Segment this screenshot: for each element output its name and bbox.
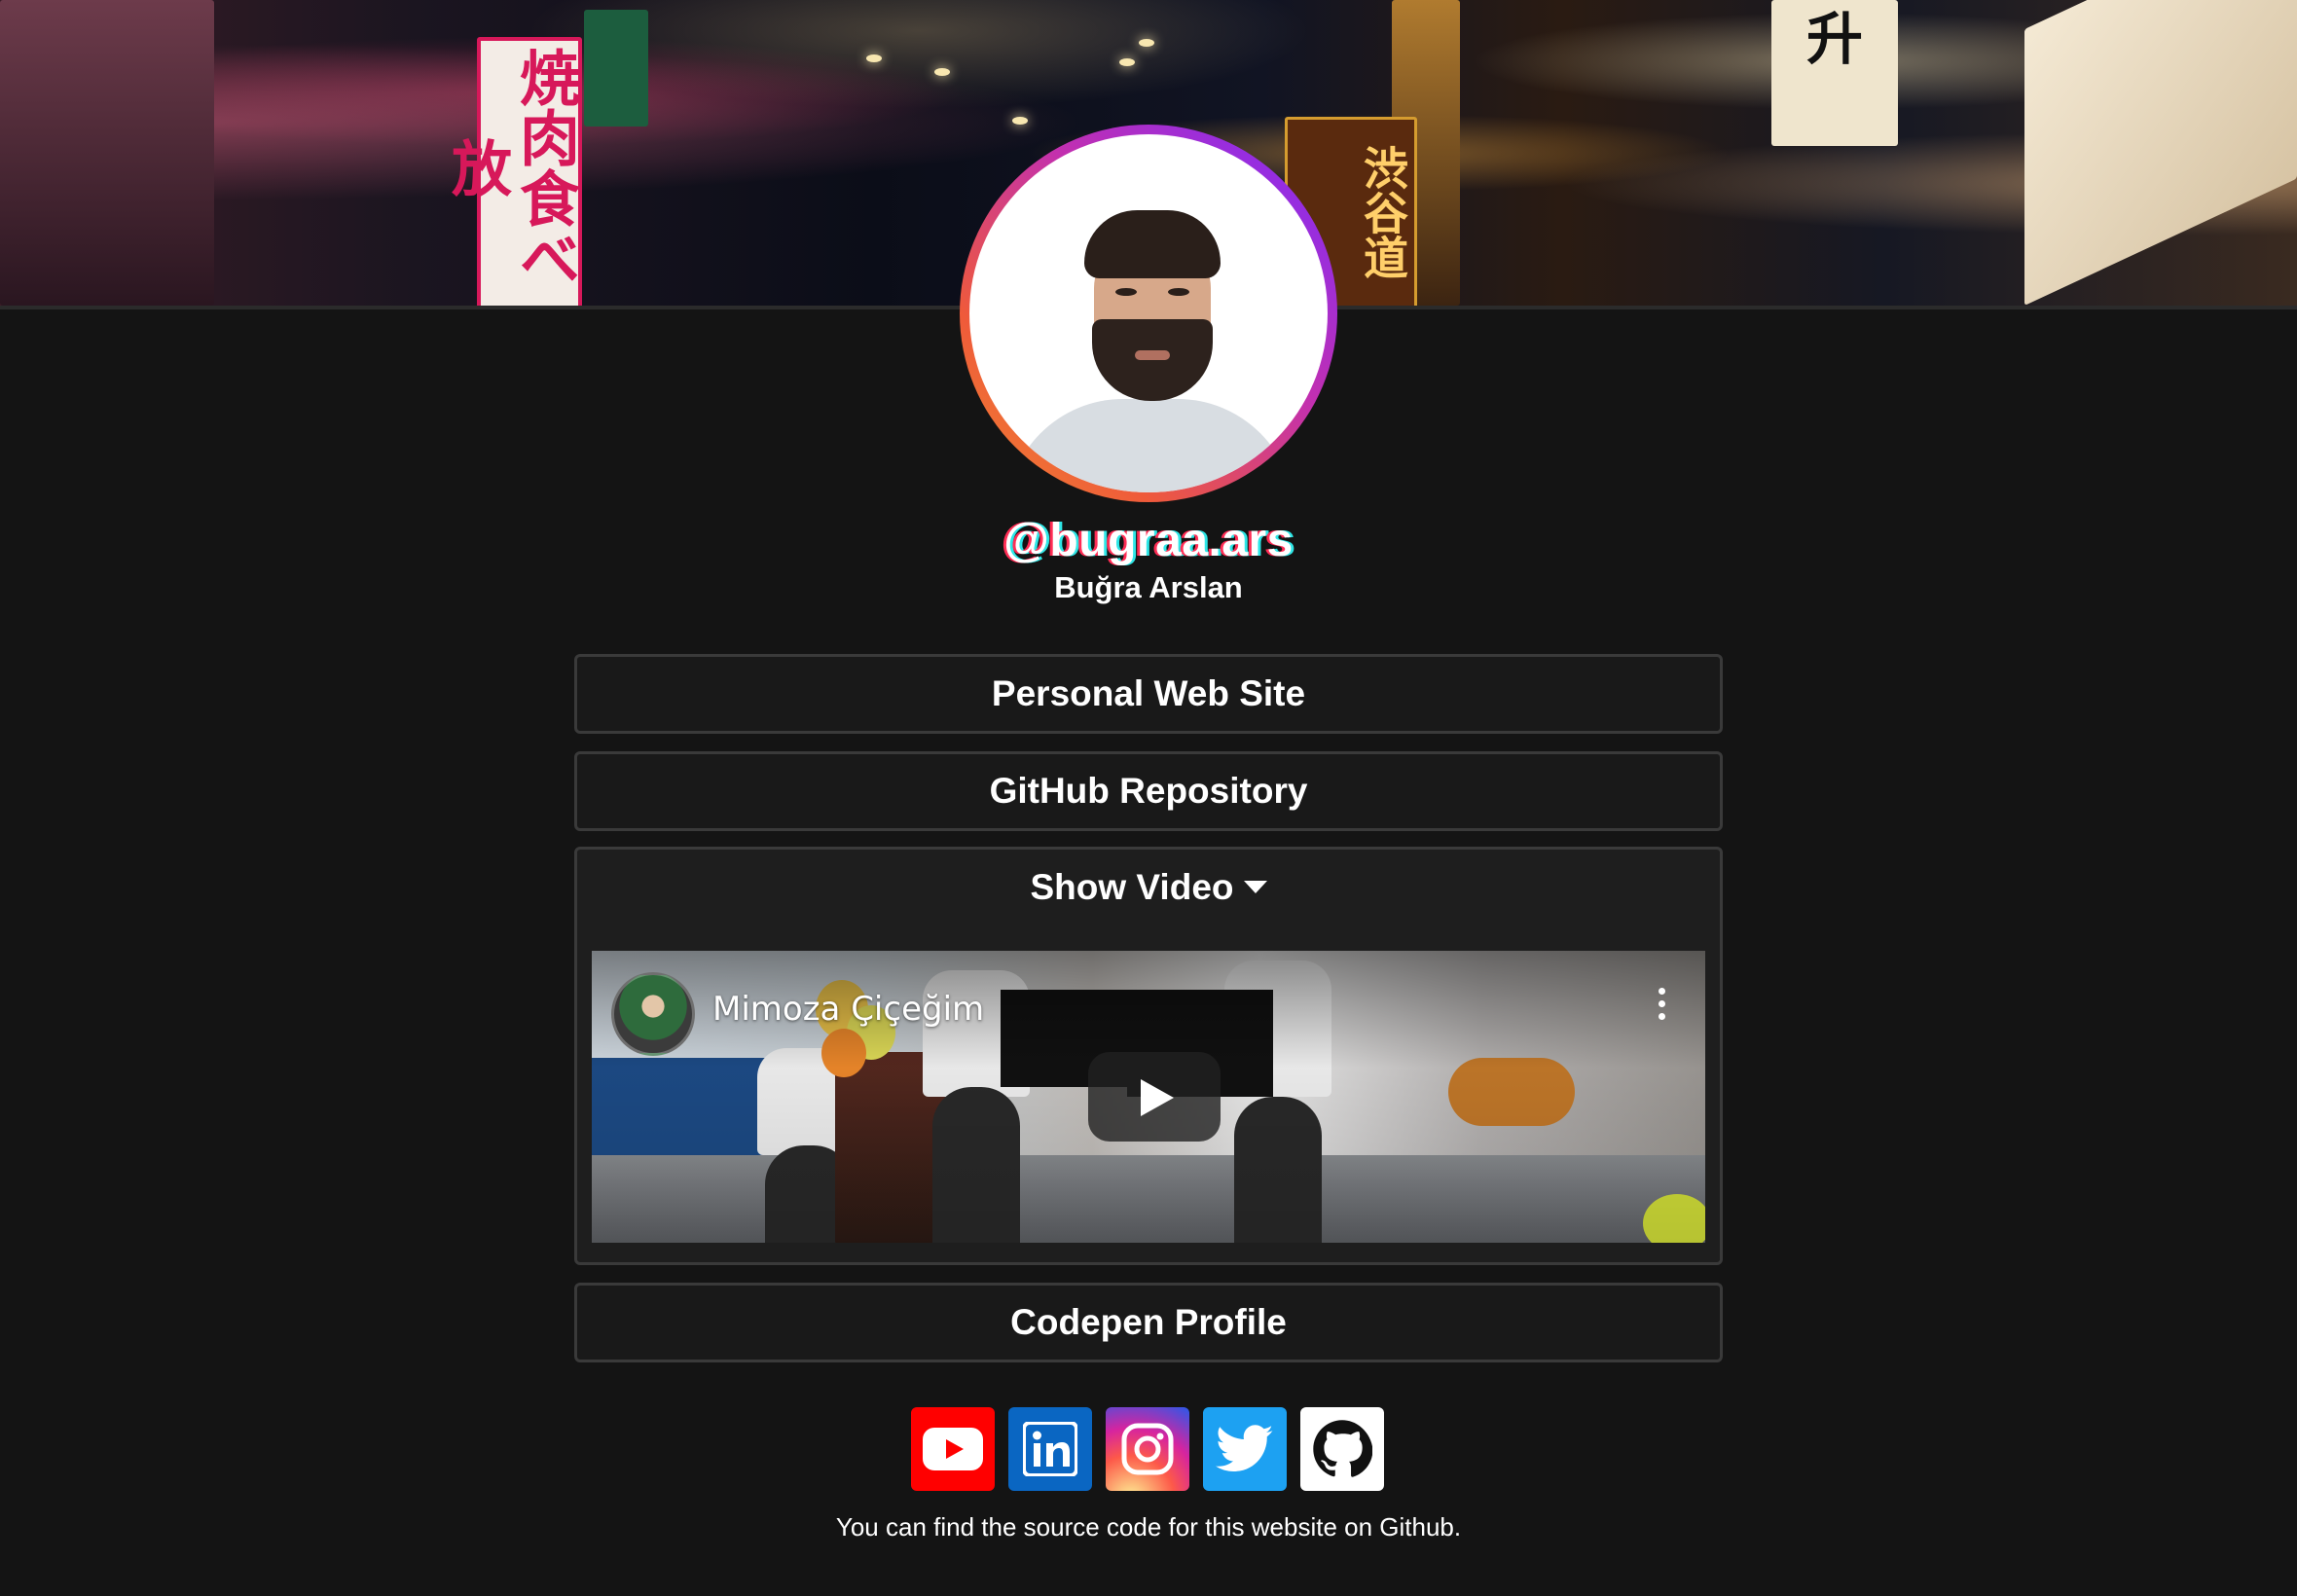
street-light xyxy=(866,54,882,62)
github-source-link[interactable]: You can find the source code for this we… xyxy=(836,1512,1461,1542)
linkedin-icon[interactable] xyxy=(1008,1407,1092,1491)
profile-avatar-ring xyxy=(960,125,1337,502)
profile-name: Buğra Arslan xyxy=(1054,570,1243,604)
street-light xyxy=(1012,117,1028,125)
github-icon[interactable] xyxy=(1300,1407,1384,1491)
channel-avatar[interactable] xyxy=(611,972,695,1056)
neon-sign-left xyxy=(0,0,214,306)
github-repository-link[interactable]: GitHub Repository xyxy=(574,751,1723,831)
street-light xyxy=(1119,58,1135,66)
neon-sign-yakiniku: 焼肉食べ放 xyxy=(441,37,582,306)
neon-sign-green xyxy=(584,10,648,127)
personal-website-link[interactable]: Personal Web Site xyxy=(574,654,1723,734)
neon-sign-right xyxy=(2024,0,2297,306)
twitter-icon[interactable] xyxy=(1203,1407,1287,1491)
instagram-icon[interactable] xyxy=(1106,1407,1189,1491)
embedded-video-player[interactable]: Mimoza Çiçeğim xyxy=(592,951,1705,1243)
show-video-toggle[interactable]: Show Video xyxy=(577,867,1720,908)
street-light xyxy=(934,68,950,76)
youtube-icon[interactable] xyxy=(911,1407,995,1491)
codepen-profile-link[interactable]: Codepen Profile xyxy=(574,1283,1723,1362)
video-title[interactable]: Mimoza Çiçeğim xyxy=(712,990,984,1029)
profile-avatar xyxy=(969,134,1328,492)
street-light xyxy=(1139,39,1154,47)
caret-down-icon xyxy=(1243,880,1267,893)
footer-note: You can find the source code for this we… xyxy=(0,1512,2297,1542)
more-options-icon[interactable] xyxy=(1659,988,1666,1023)
profile-handle: @bugraa.ars xyxy=(1003,515,1294,566)
neon-sign-masu: 升 xyxy=(1771,0,1898,146)
social-links xyxy=(911,1407,1384,1491)
play-button[interactable] xyxy=(1088,1052,1221,1142)
video-section: Show Video Mimoza Çiçeğim xyxy=(574,847,1723,1265)
show-video-label: Show Video xyxy=(1030,867,1234,907)
